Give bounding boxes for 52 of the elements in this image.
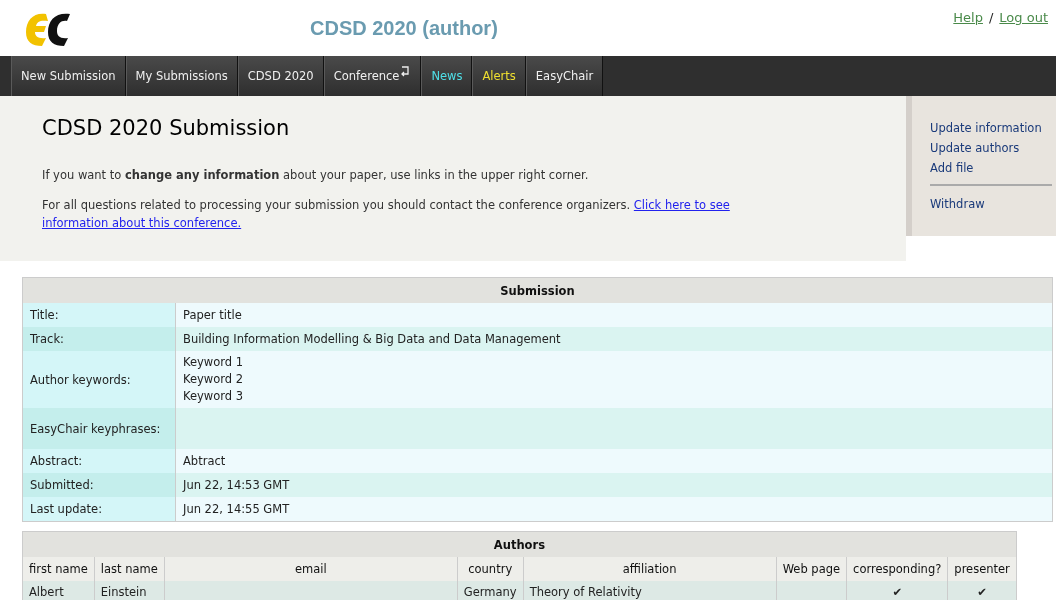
- column-header: affiliation: [523, 557, 777, 581]
- field-label: Title:: [22, 303, 176, 327]
- field-label: Submitted:: [22, 473, 176, 497]
- action-link[interactable]: Add file: [930, 158, 1056, 178]
- field-value: Keyword 1: [183, 354, 245, 371]
- field-label: Last update:: [22, 497, 176, 522]
- table-cell: Einstein: [94, 581, 165, 600]
- nav-tab[interactable]: Alerts: [472, 56, 526, 96]
- conference-info-link[interactable]: information about this conference.: [42, 216, 242, 230]
- field-value: Paper title: [183, 306, 243, 324]
- field-label: Track:: [22, 327, 176, 351]
- action-link[interactable]: Update authors: [930, 138, 1056, 158]
- column-header: country: [457, 557, 524, 581]
- field-label: Abstract:: [22, 449, 176, 473]
- field-value: Keyword 2: [183, 371, 245, 388]
- column-header: first name: [22, 557, 95, 581]
- table-heading: Submission: [22, 277, 1053, 303]
- withdraw-link[interactable]: Withdraw: [930, 194, 1056, 214]
- table-cell: Theory of Relativity: [523, 581, 777, 600]
- logout-link[interactable]: Log out: [999, 10, 1048, 25]
- nav-tab[interactable]: CDSD 2020: [237, 56, 324, 96]
- field-value: Jun 22, 14:55 GMT: [183, 500, 291, 518]
- table-cell: Germany: [457, 581, 524, 600]
- field-value: Keyword 3: [183, 388, 245, 405]
- field-value: Abtract: [183, 452, 227, 470]
- field-label: EasyChair keyphrases:: [22, 408, 176, 449]
- page-title: CDSD 2020 (author): [310, 17, 498, 40]
- column-header: Web page: [776, 557, 847, 581]
- column-header: corresponding?: [846, 557, 948, 581]
- check-mark: ✔: [947, 581, 1017, 600]
- nav-tab[interactable]: Conference: [323, 56, 422, 96]
- table-cell: Albert: [22, 581, 95, 600]
- nav-tab[interactable]: My Submissions: [125, 56, 238, 96]
- field-label: Author keywords:: [22, 351, 176, 408]
- submission-heading: CDSD 2020 Submission: [42, 116, 291, 140]
- field-value: Jun 22, 14:53 GMT: [183, 476, 291, 494]
- help-link[interactable]: Help: [953, 10, 983, 25]
- contact-paragraph: For all questions related to processing your submission you should contact the conference organizers. Click here to see information about this conference.: [42, 197, 731, 232]
- nav-tab[interactable]: EasyChair: [525, 56, 604, 96]
- table-heading: Authors: [22, 531, 1017, 557]
- conference-info-link[interactable]: Click here to see: [633, 198, 730, 212]
- link-separator: /: [988, 10, 994, 25]
- column-header: presenter: [947, 557, 1017, 581]
- action-link[interactable]: Update information: [930, 118, 1056, 138]
- column-header: email: [164, 557, 458, 581]
- nav-tab[interactable]: News: [421, 56, 473, 96]
- return-arrow-icon: [399, 65, 412, 77]
- info-paragraph: If you want to change any information about your paper, use links in the upper right corner.: [42, 167, 590, 184]
- column-header: last name: [94, 557, 165, 581]
- field-value: Building Information Modelling & Big Data and Data Management: [183, 330, 562, 348]
- nav-tab[interactable]: New Submission: [11, 56, 126, 96]
- check-mark: ✔: [846, 581, 948, 600]
